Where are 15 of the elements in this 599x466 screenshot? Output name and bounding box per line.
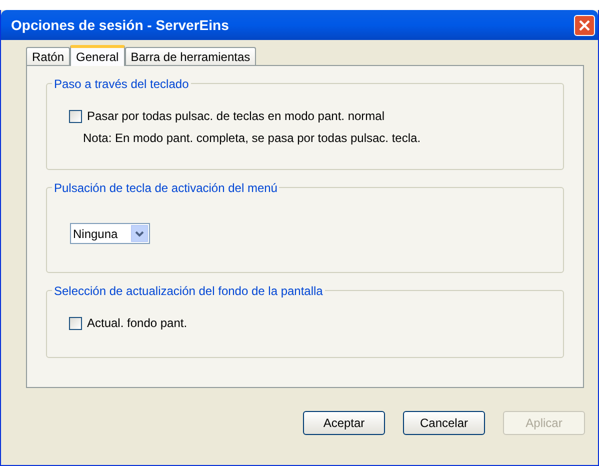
dialog-button[interactable]: Cancelar [403,411,485,435]
tab[interactable]: General [70,45,125,66]
checkbox[interactable] [69,316,82,330]
checkbox-label: Pasar por todas pulsac. de teclas en modo pant. normal [87,108,385,125]
dropdown[interactable]: Ninguna [70,223,150,244]
tab[interactable]: Ratón [26,47,70,65]
note-text: Nota: En modo pant. completa, se pasa por todas pulsac. tecla. [83,130,422,147]
close-icon [579,20,590,30]
tab[interactable]: Barra de herramientas [124,47,256,65]
checkbox-label: Actual. fondo pant. [87,315,188,332]
close-button[interactable] [574,14,595,36]
window-title: Opciones de sesión - ServerEins [11,16,229,35]
dialog-button[interactable]: Aceptar [303,411,385,435]
checkbox[interactable] [69,110,82,122]
chevron-down-icon [131,225,148,242]
